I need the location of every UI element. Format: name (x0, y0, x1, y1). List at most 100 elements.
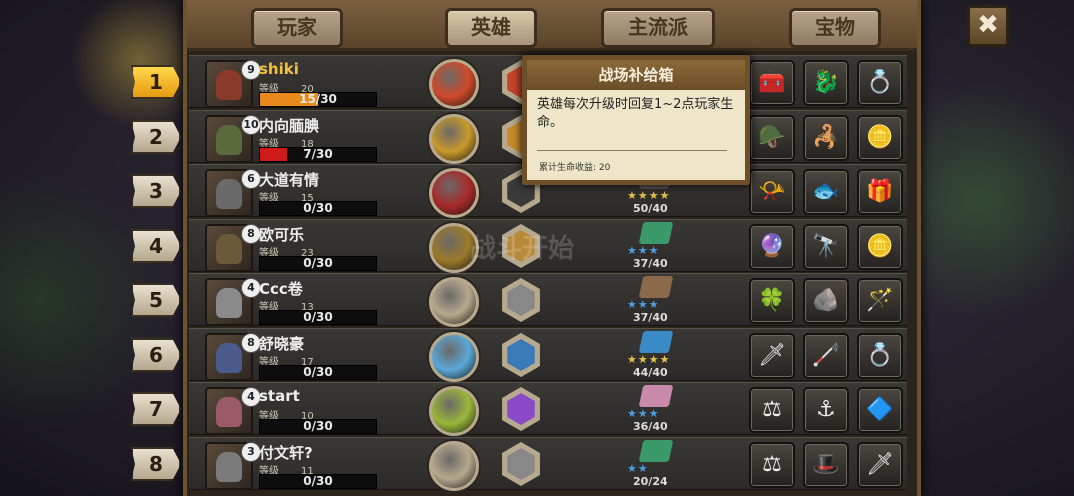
faction-emblem-icon[interactable] (429, 386, 479, 436)
treasure-slot[interactable]: 📯 (749, 169, 795, 215)
player-name: Ccc卷 (259, 280, 303, 298)
treasure-slot[interactable]: 🐟 (803, 169, 849, 215)
health-text: 15/30 (299, 92, 337, 106)
treasure-slot[interactable]: 🔭 (803, 224, 849, 270)
item-tooltip: 战场补给箱 英雄每次升级时回复1~2点玩家生命。 累计生命收益: 20 (522, 55, 750, 185)
treasure-slot[interactable]: 🪙 (857, 224, 903, 270)
skill-hex-inner (507, 284, 535, 316)
hero-figure-icon (216, 397, 242, 427)
player-level-badge: 9 (241, 60, 261, 80)
treasure-slot[interactable]: ⚖ (749, 442, 795, 488)
player-row[interactable]: 4 start 等级 10 0/30 ★★★ 36/40 ⚖ ⚓ 🔷 (189, 382, 907, 436)
treasure-slot[interactable]: 🪖 (749, 115, 795, 161)
player-level-badge: 8 (241, 333, 261, 353)
hero-portrait: 10 (205, 115, 261, 163)
rank-badge: 1 (131, 65, 181, 99)
tooltip-footer: 累计生命收益: 20 (539, 163, 611, 173)
treasure-slot[interactable]: 🪄 (857, 278, 903, 324)
hero-figure-icon (216, 288, 242, 318)
tab-players[interactable]: 玩家 (251, 8, 343, 48)
star-rating: ★★★ (627, 407, 660, 420)
treasure-slot[interactable]: 🗡 (857, 442, 903, 488)
treasure-slot[interactable]: 🧰 (749, 60, 795, 106)
faction-emblem-icon[interactable] (429, 277, 479, 327)
treasure-slot[interactable]: 🦂 (803, 115, 849, 161)
health-text: 7/30 (303, 147, 333, 161)
player-name: shiki (259, 60, 299, 78)
health-bar: 0/30 (259, 201, 377, 216)
tooltip-title: 战场补给箱 (527, 60, 745, 90)
treasure-slot[interactable]: 🪨 (803, 278, 849, 324)
treasure-slot[interactable]: 🐉 (803, 60, 849, 106)
health-text: 0/30 (303, 201, 333, 215)
star-rating: ★★★★ (627, 353, 671, 366)
health-bar: 0/30 (259, 256, 377, 271)
treasure-slot[interactable]: 🍀 (749, 278, 795, 324)
faction-emblem-icon[interactable] (429, 332, 479, 382)
player-level-badge: 8 (241, 224, 261, 244)
player-row[interactable]: 4 Ccc卷 等级 13 0/30 ★★★ 37/40 🍀 🪨 🪄 (189, 273, 907, 327)
treasure-slot[interactable]: 🗡 (749, 333, 795, 379)
treasure-slot[interactable]: 💍 (857, 60, 903, 106)
hero-figure-icon (216, 179, 242, 209)
player-name: 付文轩? (259, 444, 313, 462)
hero-figure-icon (216, 452, 242, 482)
spellbook-icon[interactable] (638, 331, 674, 353)
card-count: 50/40 (633, 202, 668, 215)
rank-badge: 6 (131, 338, 181, 372)
faction-emblem-icon[interactable] (429, 59, 479, 109)
health-text: 0/30 (303, 310, 333, 324)
tab-treasures[interactable]: 宝物 (789, 8, 881, 48)
player-level-badge: 6 (241, 169, 261, 189)
close-button[interactable]: ✖ (967, 5, 1009, 47)
battle-start-watermark: 战斗开始 (470, 234, 575, 264)
treasure-slot[interactable]: 🦯 (803, 333, 849, 379)
skill-hex-icon[interactable] (502, 333, 540, 377)
skill-hex-icon[interactable] (502, 387, 540, 431)
spellbook-icon[interactable] (638, 222, 674, 244)
player-name: 内向腼腆 (259, 117, 320, 135)
player-level-badge: 10 (241, 115, 261, 135)
treasure-slot[interactable]: 🎩 (803, 442, 849, 488)
player-name: start (259, 387, 300, 405)
hero-portrait: 8 (205, 224, 261, 272)
skill-hex-icon[interactable] (502, 442, 540, 486)
treasure-slot[interactable]: 🎁 (857, 169, 903, 215)
treasure-slot[interactable]: ⚖ (749, 387, 795, 433)
treasure-slot[interactable]: 🔮 (749, 224, 795, 270)
tab-main-faction[interactable]: 主流派 (601, 8, 715, 48)
hero-portrait: 4 (205, 278, 261, 326)
treasure-slot[interactable]: 🪙 (857, 115, 903, 161)
skill-hex-icon[interactable] (502, 278, 540, 322)
hero-portrait: 6 (205, 169, 261, 217)
hero-figure-icon (216, 234, 242, 264)
player-row[interactable]: 3 付文轩? 等级 11 0/30 ★★ 20/24 ⚖ 🎩 🗡 (189, 437, 907, 491)
player-level-badge: 4 (241, 278, 261, 298)
faction-emblem-icon[interactable] (429, 168, 479, 218)
treasure-slot[interactable]: 💍 (857, 333, 903, 379)
faction-emblem-icon[interactable] (429, 114, 479, 164)
health-bar: 15/30 (259, 92, 377, 107)
spellbook-icon[interactable] (638, 440, 674, 462)
treasure-slot[interactable]: ⚓ (803, 387, 849, 433)
tab-heroes[interactable]: 英雄 (445, 8, 537, 48)
star-rating: ★★★ (627, 244, 660, 257)
health-bar: 0/30 (259, 474, 377, 489)
hero-figure-icon (216, 125, 242, 155)
faction-emblem-icon[interactable] (429, 441, 479, 491)
spellbook-icon[interactable] (638, 385, 674, 407)
player-level-badge: 3 (241, 442, 261, 462)
skill-hex-inner (507, 339, 535, 371)
health-text: 0/30 (303, 256, 333, 270)
rank-badge: 4 (131, 229, 181, 263)
treasure-slot[interactable]: 🔷 (857, 387, 903, 433)
tooltip-description: 英雄每次升级时回复1~2点玩家生命。 (537, 97, 734, 130)
rank-badge: 2 (131, 120, 181, 154)
card-count: 37/40 (633, 311, 668, 324)
hero-portrait: 8 (205, 333, 261, 381)
health-text: 0/30 (303, 474, 333, 488)
health-bar: 0/30 (259, 419, 377, 434)
player-name: 舒晓豪 (259, 335, 305, 353)
player-row[interactable]: 8 舒晓豪 等级 17 0/30 ★★★★ 44/40 🗡 🦯 💍 (189, 328, 907, 382)
spellbook-icon[interactable] (638, 276, 674, 298)
